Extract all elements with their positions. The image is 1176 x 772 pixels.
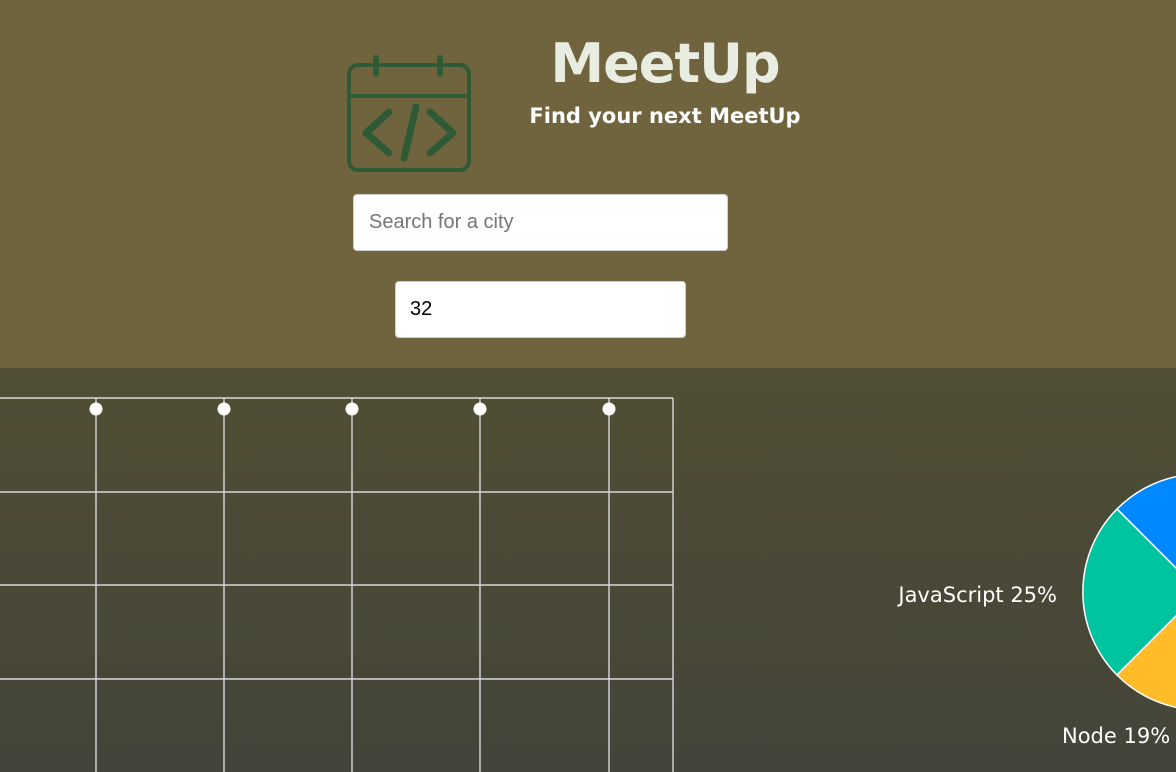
charts-section: JavaScript 25% Node 19%: [0, 368, 1176, 772]
app-subtitle: Find your next MeetUp: [529, 104, 801, 128]
city-search-input[interactable]: [353, 194, 728, 251]
pie-label-node: Node 19%: [1062, 724, 1170, 748]
number-of-events-input[interactable]: [395, 281, 686, 338]
app-title: MeetUp: [550, 32, 780, 95]
app-header: MeetUp Find your next MeetUp: [0, 0, 1176, 368]
calendar-code-icon: [347, 55, 471, 172]
genre-pie-chart: JavaScript 25% Node 19%: [896, 475, 1176, 748]
pie-label-javascript: JavaScript 25%: [896, 583, 1057, 607]
